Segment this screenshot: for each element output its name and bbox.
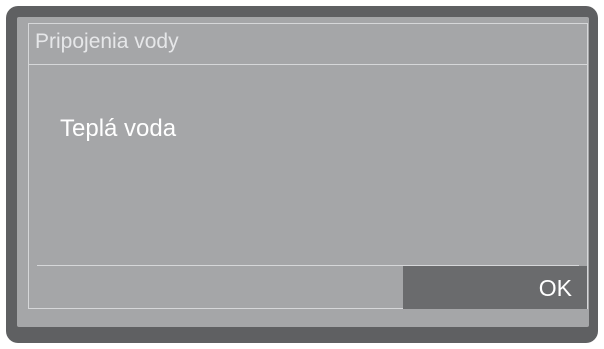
- dialog-window: Pripojenia vody Teplá voda OK: [28, 23, 588, 309]
- title-divider: [29, 64, 587, 65]
- ok-button-label: OK: [538, 275, 572, 301]
- dialog-title: Pripojenia vody: [35, 30, 179, 53]
- ok-button[interactable]: OK: [403, 266, 587, 309]
- option-text: Teplá voda: [60, 115, 177, 142]
